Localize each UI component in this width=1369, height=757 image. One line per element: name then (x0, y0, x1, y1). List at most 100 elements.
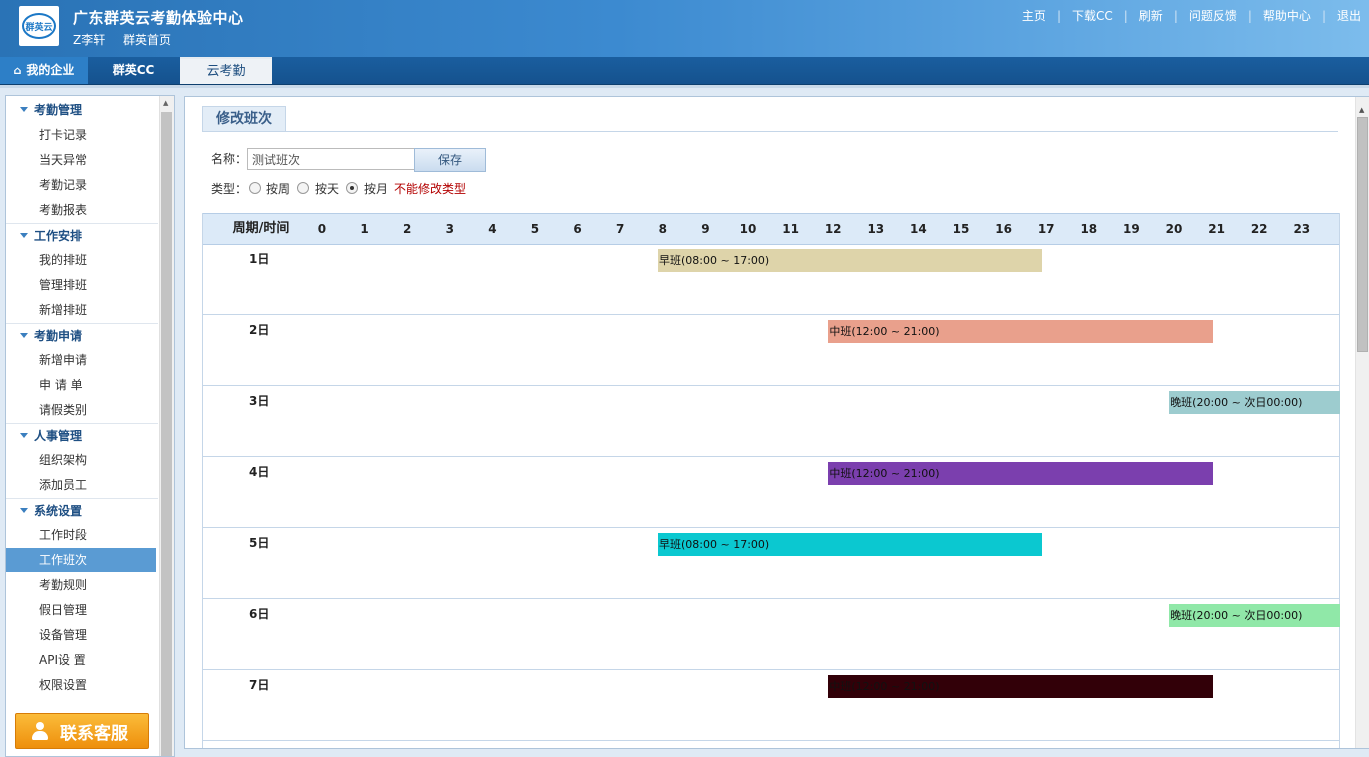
contact-service-button[interactable]: 联系客服 (15, 713, 149, 749)
sidebar-item[interactable]: 新增申请 (6, 348, 156, 372)
hour-header: 6 (573, 222, 582, 236)
shift-bar[interactable]: 晚班(20:00 ~ 次日00:00) (1169, 391, 1340, 414)
radio-weekly[interactable] (249, 182, 261, 194)
main-nav: ⌂ 我的企业 群英CC 云考勤 (0, 57, 1369, 85)
type-label: 类型： (211, 182, 248, 196)
sidebar-item[interactable]: 假日管理 (6, 598, 156, 622)
sidebar-item[interactable]: 设备管理 (6, 623, 156, 647)
sidebar-item[interactable]: 打卡记录 (6, 123, 156, 147)
hour-header: 4 (488, 222, 497, 236)
current-user: Z李轩 (73, 33, 106, 47)
section-title: 工作安排 (34, 229, 83, 243)
sidebar-section-header[interactable]: 考勤申请 (6, 323, 158, 348)
sidebar-item[interactable]: 添加员工 (6, 473, 156, 497)
collapse-triangle-icon (20, 233, 28, 238)
qunying-home-link[interactable]: 群英首页 (123, 31, 171, 48)
top-link[interactable]: 下载CC (1072, 7, 1113, 24)
top-link[interactable]: 帮助中心 (1263, 7, 1311, 24)
title-divider (202, 131, 1338, 132)
shift-bar[interactable]: 中班(12:00 ~ 21:00) (828, 462, 1213, 485)
schedule-row: 5日 早班(08:00 ~ 17:00) (203, 528, 1339, 599)
sidebar-section-header[interactable]: 工作安排 (6, 223, 158, 248)
hour-header: 9 (701, 222, 710, 236)
sidebar-section-header[interactable]: 考勤管理 (6, 98, 158, 122)
sidebar-item[interactable]: 权限设置 (6, 673, 156, 697)
sidebar-item[interactable]: 工作班次 (6, 548, 156, 572)
link-separator: | (1247, 8, 1252, 23)
shift-bar[interactable]: 早班(08:00 ~ 17:00) (658, 249, 1043, 272)
sidebar-item[interactable]: 组织架构 (6, 448, 156, 472)
sidebar-item[interactable]: 申 请 单 (6, 373, 156, 397)
section-title: 考勤申请 (34, 329, 83, 343)
sidebar-item[interactable]: 管理排班 (6, 273, 156, 297)
collapse-triangle-icon (20, 433, 28, 438)
sidebar-item[interactable]: 当天异常 (6, 148, 156, 172)
link-separator: | (1123, 8, 1128, 23)
day-label: 5日 (249, 536, 270, 550)
sidebar-section-header[interactable]: 系统设置 (6, 498, 158, 523)
day-label: 3日 (249, 394, 270, 408)
hour-header: 5 (530, 222, 540, 236)
logo-mark: 群英云 (22, 13, 56, 39)
hour-header: 7 (616, 222, 625, 236)
sidebar-item[interactable]: 我的排班 (6, 248, 156, 272)
sidebar-item[interactable]: 考勤记录 (6, 173, 156, 197)
company-logo: 群英云 (19, 6, 59, 46)
top-link[interactable]: 问题反馈 (1189, 7, 1237, 24)
hour-header: 11 (782, 222, 799, 236)
app-header: 群英云 广东群英云考勤体验中心 Z李轩 群英首页 主页 | 下载CC | 刷新 | 问题反馈… (0, 0, 1369, 57)
sidebar-scrollbar[interactable]: ▲ (159, 96, 174, 756)
name-label: 名称： (211, 152, 248, 166)
scroll-up-icon[interactable]: ▲ (1359, 106, 1364, 114)
scroll-thumb[interactable] (161, 112, 172, 756)
sidebar-item[interactable]: 考勤报表 (6, 198, 156, 222)
hour-header: 23 (1293, 222, 1311, 236)
hour-header: 21 (1208, 222, 1225, 236)
link-separator: | (1173, 8, 1178, 23)
radio-monthly[interactable] (346, 182, 358, 194)
hour-header: 0 (317, 222, 327, 236)
save-button[interactable]: 保存 (414, 148, 486, 172)
top-link[interactable]: 主页 (1022, 7, 1046, 24)
sidebar-item[interactable]: 请假类别 (6, 398, 156, 422)
sidebar-item[interactable]: 新增排班 (6, 298, 156, 322)
shift-bar[interactable]: 晚班(20:00 ~ 次日00:00) (1169, 604, 1340, 627)
top-link[interactable]: 退出 (1337, 7, 1361, 24)
section-title: 系统设置 (34, 504, 83, 518)
grid-header: 周期/时间 0 1 2 3 4 5 6 7 8 9 10 11 12 13 14 15 16 17 18 19 20 21… (203, 213, 1339, 245)
hour-header: 1 (360, 222, 369, 236)
tab-qunying-cc[interactable]: 群英CC (89, 57, 178, 84)
top-link[interactable]: 刷新 (1139, 7, 1163, 24)
hour-header: 20 (1165, 222, 1183, 236)
tab-cloud-attendance[interactable]: 云考勤 (180, 57, 272, 84)
shift-bar[interactable]: 早班(08:00 ~ 17:00) (658, 533, 1043, 556)
radio-weekly-label: 按周 (266, 182, 291, 196)
contact-service-label: 联系客服 (60, 723, 128, 744)
radio-daily-label: 按天 (315, 182, 340, 196)
shift-bar[interactable]: 中班(12:00 ~ 21:00) (828, 320, 1213, 343)
shift-name-input[interactable] (247, 148, 415, 170)
hour-header: 12 (824, 222, 842, 236)
section-title: 考勤管理 (34, 103, 83, 117)
hour-header: 17 (1037, 222, 1055, 236)
shift-bar[interactable]: 中班(12:00 ~ 21:00) (828, 675, 1213, 698)
day-label: 1日 (249, 252, 270, 266)
day-label: 4日 (249, 465, 270, 479)
section-title: 人事管理 (34, 429, 83, 443)
tab-my-enterprise[interactable]: ⌂ 我的企业 (0, 57, 88, 84)
scroll-up-icon[interactable]: ▲ (163, 99, 168, 107)
company-title: 广东群英云考勤体验中心 (73, 9, 244, 27)
collapse-triangle-icon (20, 508, 28, 513)
sidebar-item[interactable]: 考勤规则 (6, 573, 156, 597)
scroll-thumb[interactable] (1357, 117, 1368, 352)
page-title-tab: 修改班次 (202, 106, 286, 131)
sidebar-section-header[interactable]: 人事管理 (6, 423, 158, 448)
main-scrollbar[interactable]: ▲ (1355, 97, 1369, 748)
radio-daily[interactable] (297, 182, 309, 194)
hour-header: 3 (445, 222, 454, 236)
tab-label: 我的企业 (26, 63, 75, 77)
hour-header: 19 (1123, 222, 1140, 236)
sidebar-item[interactable]: 工作时段 (6, 523, 156, 547)
sidebar-item[interactable]: API设 置 (6, 648, 156, 672)
day-label: 2日 (249, 323, 270, 337)
